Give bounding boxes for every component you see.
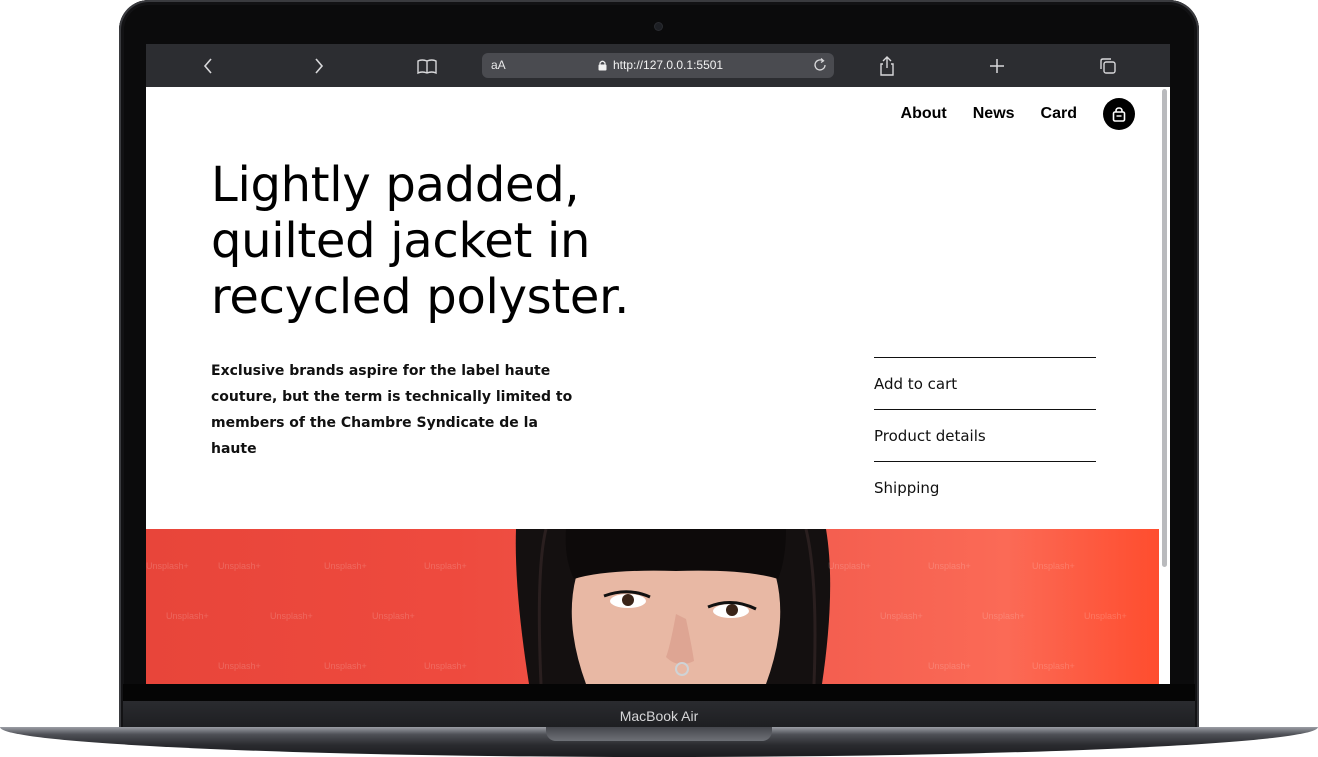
hero-description: Exclusive brands aspire for the label ha… bbox=[211, 363, 573, 457]
reader-text-size-button[interactable]: aA bbox=[491, 58, 506, 72]
watermark: Unsplash+ bbox=[424, 561, 467, 571]
main-nav: About News Card bbox=[901, 98, 1135, 130]
watermark: Unsplash+ bbox=[1084, 611, 1127, 621]
watermark: Unsplash+ bbox=[270, 611, 313, 621]
screen: aA http://127.0.0.1:5501 About News Card bbox=[146, 44, 1170, 684]
product-details-link[interactable]: Product details bbox=[874, 409, 1096, 461]
share-icon[interactable] bbox=[876, 55, 898, 77]
product-actions: Add to cart Product details Shipping bbox=[874, 357, 1096, 513]
page-scrollbar[interactable] bbox=[1162, 89, 1167, 567]
web-page: About News Card Lightly padded, quilted … bbox=[146, 87, 1170, 684]
shopping-bag-icon[interactable] bbox=[1103, 98, 1135, 130]
back-icon[interactable] bbox=[198, 55, 220, 77]
watermark: Unsplash+ bbox=[982, 611, 1025, 621]
watermark: Unsplash+ bbox=[372, 611, 415, 621]
watermark: Unsplash+ bbox=[828, 561, 871, 571]
url-text: http://127.0.0.1:5501 bbox=[613, 58, 724, 72]
new-tab-icon[interactable] bbox=[986, 55, 1008, 77]
screen-bottom-bezel bbox=[123, 684, 1195, 701]
hero-photo: Unsplash+ Unsplash+ Unsplash+ Unsplash+ … bbox=[146, 529, 1159, 684]
hero-title: Lightly padded, quilted jacket in recycl… bbox=[211, 157, 630, 325]
watermark: Unsplash+ bbox=[324, 661, 367, 671]
watermark: Unsplash+ bbox=[324, 561, 367, 571]
watermark: Unsplash+ bbox=[146, 561, 189, 571]
nav-card[interactable]: Card bbox=[1041, 105, 1077, 123]
shipping-link[interactable]: Shipping bbox=[874, 461, 1096, 513]
camera-icon bbox=[655, 23, 662, 30]
watermark: Unsplash+ bbox=[1032, 661, 1075, 671]
nav-about[interactable]: About bbox=[901, 105, 947, 123]
watermark: Unsplash+ bbox=[928, 661, 971, 671]
add-to-cart-link[interactable]: Add to cart bbox=[874, 357, 1096, 409]
nav-news[interactable]: News bbox=[973, 105, 1015, 123]
laptop-opening-notch bbox=[546, 727, 772, 741]
lock-icon bbox=[598, 60, 607, 71]
browser-toolbar: aA http://127.0.0.1:5501 bbox=[146, 44, 1170, 87]
tabs-icon[interactable] bbox=[1097, 55, 1119, 77]
forward-icon[interactable] bbox=[307, 55, 329, 77]
watermark: Unsplash+ bbox=[218, 661, 261, 671]
watermark: Unsplash+ bbox=[218, 561, 261, 571]
reload-icon[interactable] bbox=[812, 57, 828, 73]
address-bar[interactable]: aA http://127.0.0.1:5501 bbox=[482, 53, 834, 78]
watermark: Unsplash+ bbox=[424, 661, 467, 671]
watermark: Unsplash+ bbox=[928, 561, 971, 571]
watermark: Unsplash+ bbox=[166, 611, 209, 621]
bookmarks-icon[interactable] bbox=[416, 55, 438, 77]
watermark: Unsplash+ bbox=[1032, 561, 1075, 571]
watermark: Unsplash+ bbox=[880, 611, 923, 621]
model-portrait bbox=[515, 529, 831, 684]
